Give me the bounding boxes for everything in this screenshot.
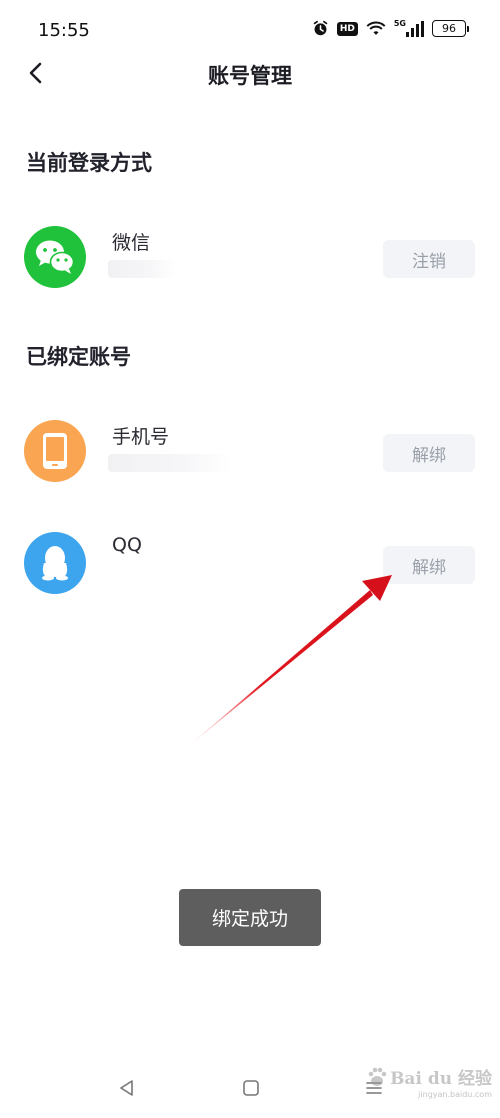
toast-message: 绑定成功 (179, 889, 321, 946)
watermark-text: Bai du 经验 (390, 1069, 492, 1089)
unbind-phone-button[interactable]: 解绑 (383, 434, 475, 472)
wifi-icon (366, 21, 386, 37)
unbind-qq-button[interactable]: 解绑 (383, 546, 475, 584)
logout-button[interactable]: 注销 (383, 240, 475, 278)
alarm-icon (312, 20, 329, 37)
account-row-wechat: 微信 注销 (0, 226, 500, 316)
baidu-watermark: Bai du 经验 (366, 1064, 492, 1089)
phone-icon (24, 420, 86, 482)
account-detail-blurred (108, 454, 232, 472)
status-time: 15:55 (38, 20, 90, 41)
battery-level: 96 (442, 22, 456, 35)
back-nav-button[interactable] (113, 1074, 141, 1102)
current-login-heading: 当前登录方式 (26, 151, 152, 175)
page-title: 账号管理 (208, 64, 292, 88)
battery-icon: 96 (432, 20, 469, 37)
hd-icon: HD (336, 21, 358, 36)
bound-accounts-heading: 已绑定账号 (26, 345, 131, 369)
triangle-back-icon (120, 1080, 133, 1096)
watermark-url: jingyan.baidu.com (418, 1090, 492, 1099)
qq-icon (24, 532, 86, 594)
square-home-icon (243, 1080, 259, 1096)
account-row-phone: 手机号 解绑 (0, 420, 500, 510)
account-label-qq: QQ (112, 534, 142, 556)
account-row-qq: QQ 解绑 (0, 532, 500, 622)
wechat-icon (24, 226, 86, 288)
account-detail-blurred (108, 260, 176, 278)
status-icons: HD 5G 96 (312, 18, 469, 37)
status-bar: 15:55 HD 5G 96 (0, 0, 500, 58)
account-label-wechat: 微信 (112, 232, 151, 254)
account-label-phone: 手机号 (112, 426, 170, 448)
signal-icon: 5G (393, 18, 424, 37)
network-type: 5G (393, 18, 406, 28)
home-nav-button[interactable] (237, 1074, 265, 1102)
account-management-screen: 15:55 HD 5G 96 账号管理 当前登录方式 微信 注销 已绑定账号 手… (0, 0, 500, 1118)
paw-logo-icon (368, 1067, 387, 1086)
